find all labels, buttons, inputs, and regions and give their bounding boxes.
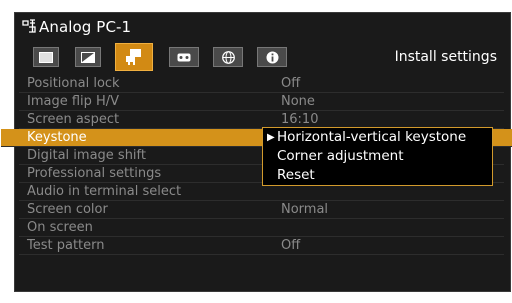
submenu-item-label: Corner adjustment	[277, 148, 404, 164]
menu-item-value: 16:10	[281, 112, 319, 127]
submenu-item-horizontal-vertical-keystone[interactable]: ▶ Horizontal-vertical keystone	[263, 128, 492, 147]
globe-icon	[221, 50, 235, 64]
menu-item-label: Image flip H/V	[27, 94, 120, 109]
submenu-item-corner-adjustment[interactable]: Corner adjustment	[263, 147, 492, 166]
menu-item-label: Positional lock	[27, 76, 120, 91]
menu-item-positional-lock[interactable]: Positional lock Off	[19, 75, 504, 93]
menu-item-value: None	[281, 94, 315, 109]
image-adjust-icon	[81, 51, 95, 63]
menu-item-image-flip[interactable]: Image flip H/V None	[19, 93, 504, 111]
tab-network[interactable]	[213, 47, 243, 67]
submenu-item-reset[interactable]: Reset	[263, 166, 492, 185]
menu-item-label: Professional settings	[27, 166, 162, 181]
menu-item-label: Keystone	[27, 130, 87, 145]
osd-screen: Analog PC-1 Install settings Positional …	[1, 12, 512, 292]
section-title: Install settings	[394, 49, 497, 65]
menu-item-label: Digital image shift	[27, 148, 146, 163]
menu-item-value: Off	[281, 238, 301, 253]
menu-item-value: Off	[281, 76, 301, 91]
menu-item-value: Normal	[281, 202, 329, 217]
menu-item-label: Test pattern	[27, 238, 105, 253]
menu-tab-bar: Install settings	[19, 43, 507, 71]
keystone-submenu: ▶ Horizontal-vertical keystone Corner ad…	[262, 127, 493, 186]
pointer-arrow-icon: ▶	[267, 132, 275, 143]
tab-display[interactable]	[33, 47, 59, 67]
tab-info[interactable]	[257, 47, 287, 67]
menu-item-label: Screen aspect	[27, 112, 120, 127]
submenu-item-label: Horizontal-vertical keystone	[277, 129, 467, 145]
input-icon	[22, 19, 36, 37]
system-icon	[177, 53, 191, 61]
info-icon	[266, 51, 278, 63]
rectangle-icon	[39, 51, 53, 63]
input-source-title: Analog PC-1	[39, 18, 132, 36]
menu-item-label: Screen color	[27, 202, 108, 217]
menu-frame: Analog PC-1 Install settings Positional …	[0, 0, 512, 303]
menu-item-on-screen[interactable]: On screen	[19, 219, 504, 237]
menu-item-label: On screen	[27, 220, 93, 235]
menu-item-label: Audio in terminal select	[27, 184, 182, 199]
tab-image[interactable]	[75, 47, 101, 67]
menu-item-screen-color[interactable]: Screen color Normal	[19, 201, 504, 219]
title-bar: Analog PC-1	[15, 13, 510, 41]
menu-item-test-pattern[interactable]: Test pattern Off	[19, 237, 504, 255]
tab-install[interactable]	[115, 43, 153, 71]
install-icon	[126, 49, 141, 65]
tab-system[interactable]	[169, 47, 199, 67]
submenu-item-label: Reset	[277, 167, 315, 183]
